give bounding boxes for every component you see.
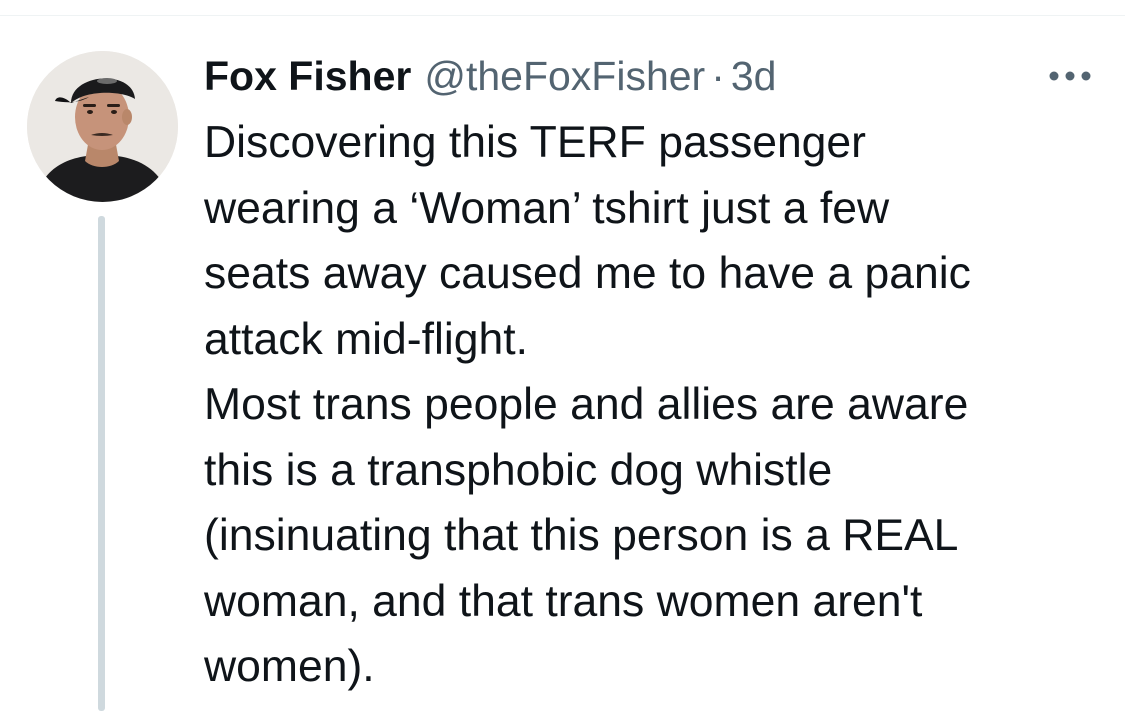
tweet-text-line: women). [204,642,375,691]
tweet-text-line: (insinuating that this person is a REAL [204,511,959,560]
tweet-text-line: Discovering this TERF passenger [204,118,867,167]
tweet-text-line: seats away caused me to have a panic [204,249,971,298]
author-handle[interactable]: @theFoxFisher [424,50,705,102]
thread-connector-line [98,216,105,711]
tweet-text-line: woman, and that trans women aren't [204,576,923,626]
avatar-photo [27,51,178,202]
more-options-button[interactable] [1040,58,1100,94]
header-separator: · [711,53,725,99]
tweet[interactable]: Fox Fisher @theFoxFisher · 3d Discoverin… [0,0,1125,711]
tweet-header: Fox Fisher @theFoxFisher · 3d [204,50,776,102]
more-horizontal-icon [1049,71,1091,81]
tweet-text-line: this is a transphobic dog whistle [204,445,833,495]
tweet-text-line: Most trans people and allies are aware [204,380,969,429]
avatar[interactable] [27,51,178,202]
tweet-timestamp[interactable]: 3d [731,50,777,102]
author-display-name[interactable]: Fox Fisher [204,50,411,102]
tweet-text-line: wearing a ‘Woman’ tshirt just a few [204,183,890,233]
tweet-text-line: attack mid-flight. [204,314,528,364]
tweet-text: Discovering this TERF passenger wearing … [204,110,1104,700]
